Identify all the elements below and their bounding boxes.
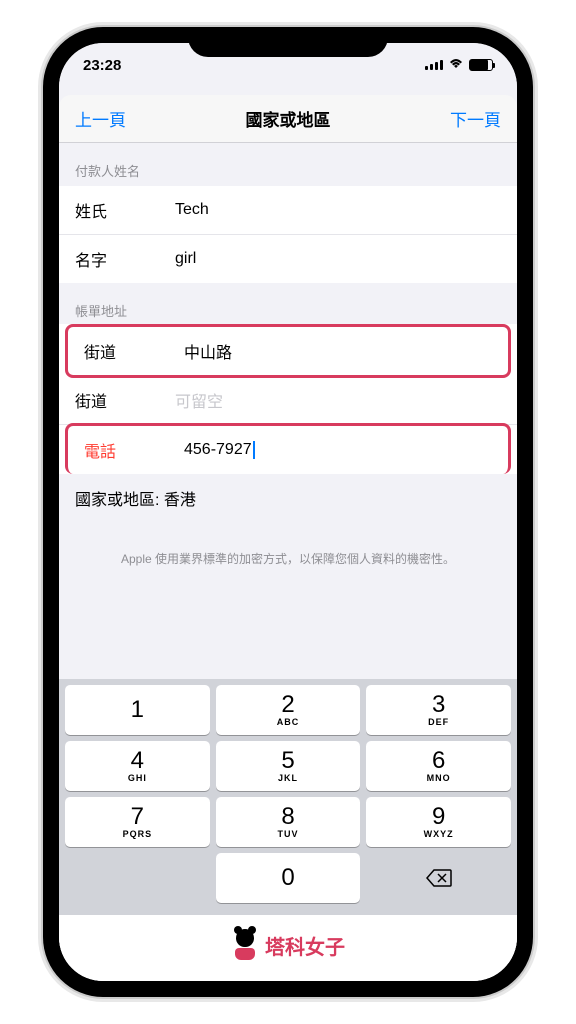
next-button[interactable]: 下一頁 xyxy=(450,106,501,131)
street2-placeholder: 可留空 xyxy=(175,388,501,412)
key-0[interactable]: 0 xyxy=(216,853,361,903)
phone-frame: 23:28 上一頁 國家或地區 下一頁 付款人姓名 姓氏 T xyxy=(43,27,533,997)
key-9[interactable]: 9WXYZ xyxy=(366,797,511,847)
firstname-row[interactable]: 名字 girl xyxy=(59,235,517,283)
nav-title: 國家或地區 xyxy=(246,106,331,131)
street1-value: 中山路 xyxy=(184,339,492,363)
brand-logo: 塔科女子 xyxy=(59,915,517,981)
firstname-value: girl xyxy=(175,250,501,268)
text-cursor xyxy=(253,441,255,459)
billing-header: 帳單地址 xyxy=(59,283,517,326)
key-2[interactable]: 2ABC xyxy=(216,685,361,735)
signal-icon xyxy=(425,60,443,70)
street1-label: 街道 xyxy=(84,339,184,363)
key-empty xyxy=(65,853,210,903)
key-1[interactable]: 1 xyxy=(65,685,210,735)
status-icons xyxy=(425,57,493,73)
payer-section: 姓氏 Tech 名字 girl xyxy=(59,186,517,283)
backspace-key[interactable] xyxy=(366,853,511,903)
region-row: 國家或地區: 香港 xyxy=(59,472,517,524)
lastname-value: Tech xyxy=(175,201,501,219)
notch xyxy=(188,27,388,57)
key-4[interactable]: 4GHI xyxy=(65,741,210,791)
phone-value: 456-7927 xyxy=(184,441,492,459)
key-7[interactable]: 7PQRS xyxy=(65,797,210,847)
key-8[interactable]: 8TUV xyxy=(216,797,361,847)
wifi-icon xyxy=(448,57,464,73)
phone-label: 電話 xyxy=(84,438,184,462)
billing-section: 街道 中山路 街道 可留空 電話 456-7927 xyxy=(59,324,517,474)
phone-screen: 23:28 上一頁 國家或地區 下一頁 付款人姓名 姓氏 T xyxy=(59,43,517,981)
form-content: 付款人姓名 姓氏 Tech 名字 girl 帳單地址 街道 中山路 xyxy=(59,143,517,679)
firstname-label: 名字 xyxy=(75,247,175,271)
payer-header: 付款人姓名 xyxy=(59,143,517,186)
nav-bar: 上一頁 國家或地區 下一頁 xyxy=(59,95,517,143)
logo-icon xyxy=(231,929,259,961)
lastname-label: 姓氏 xyxy=(75,198,175,222)
battery-icon xyxy=(469,59,493,71)
backspace-icon xyxy=(426,869,452,887)
key-6[interactable]: 6MNO xyxy=(366,741,511,791)
street1-row[interactable]: 街道 中山路 xyxy=(65,324,511,378)
key-5[interactable]: 5JKL xyxy=(216,741,361,791)
logo-text: 塔科女子 xyxy=(265,931,345,960)
numeric-keypad: 1 2ABC 3DEF 4GHI 5JKL 6MNO 7PQRS 8TUV 9W… xyxy=(59,679,517,915)
phone-row[interactable]: 電話 456-7927 xyxy=(65,423,511,474)
back-button[interactable]: 上一頁 xyxy=(75,106,126,131)
modal-sheet: 上一頁 國家或地區 下一頁 付款人姓名 姓氏 Tech 名字 girl 帳單地址 xyxy=(59,95,517,981)
street2-row[interactable]: 街道 可留空 xyxy=(59,376,517,425)
lastname-row[interactable]: 姓氏 Tech xyxy=(59,186,517,235)
key-3[interactable]: 3DEF xyxy=(366,685,511,735)
street2-label: 街道 xyxy=(75,388,175,412)
status-time: 23:28 xyxy=(83,57,121,74)
privacy-footer: Apple 使用業界標準的加密方式，以保障您個人資料的機密性。 xyxy=(59,524,517,593)
